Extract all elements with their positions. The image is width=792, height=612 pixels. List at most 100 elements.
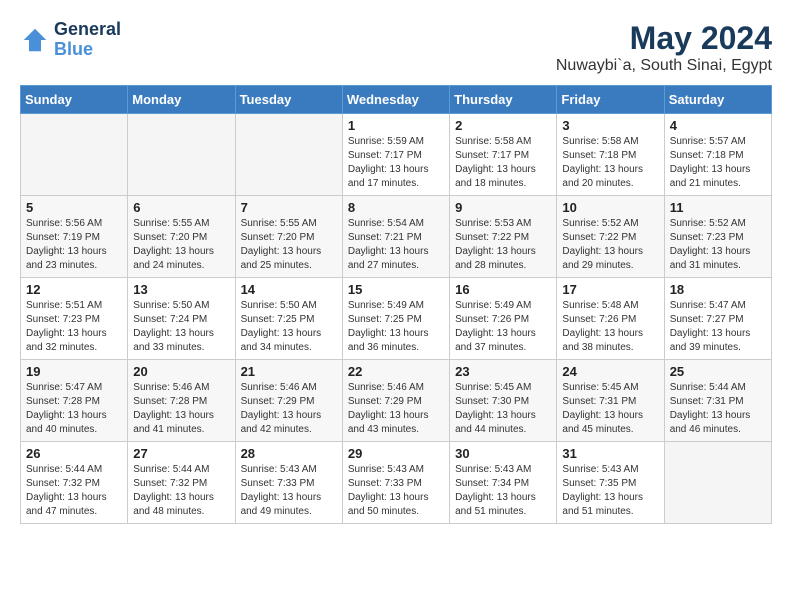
day-number: 4 <box>670 118 766 133</box>
day-number: 11 <box>670 200 766 215</box>
calendar-week-row: 12Sunrise: 5:51 AMSunset: 7:23 PMDayligh… <box>21 278 772 360</box>
calendar-cell: 11 Sunrise: 5:52 AMSunset: 7:23 PMDayligh… <box>664 196 771 278</box>
calendar-cell: 19 Sunrise: 5:47 AMSunset: 7:28 PMDayligh… <box>21 360 128 442</box>
day-number: 9 <box>455 200 551 215</box>
day-number: 3 <box>562 118 658 133</box>
calendar-cell: 23 Sunrise: 5:45 AMSunset: 7:30 PMDayligh… <box>450 360 557 442</box>
calendar-table: SundayMondayTuesdayWednesdayThursdayFrid… <box>20 85 772 524</box>
calendar-cell: 8 Sunrise: 5:54 AMSunset: 7:21 PMDaylight… <box>342 196 449 278</box>
day-info: Sunrise: 5:44 AMSunset: 7:32 PMDaylight:… <box>133 463 229 519</box>
calendar-week-row: 1 Sunrise: 5:59 AMSunset: 7:17 PMDaylight… <box>21 114 772 196</box>
day-info: Sunrise: 5:55 AMSunset: 7:20 PMDaylight:… <box>133 217 229 273</box>
calendar-cell: 6 Sunrise: 5:55 AMSunset: 7:20 PMDaylight… <box>128 196 235 278</box>
day-number: 24 <box>562 364 658 379</box>
day-number: 28 <box>241 446 337 461</box>
calendar-cell: 15 Sunrise: 5:49 AMSunset: 7:25 PMDayligh… <box>342 278 449 360</box>
calendar-body: 1 Sunrise: 5:59 AMSunset: 7:17 PMDaylight… <box>21 114 772 524</box>
day-info: Sunrise: 5:46 AMSunset: 7:29 PMDaylight:… <box>241 381 337 437</box>
day-number: 10 <box>562 200 658 215</box>
day-number: 8 <box>348 200 444 215</box>
title-block: May 2024 Nuwaybi`a, South Sinai, Egypt <box>556 20 772 75</box>
calendar-cell: 27 Sunrise: 5:44 AMSunset: 7:32 PMDayligh… <box>128 442 235 524</box>
day-number: 1 <box>348 118 444 133</box>
day-info: Sunrise: 5:58 AMSunset: 7:18 PMDaylight:… <box>562 135 658 191</box>
day-number: 20 <box>133 364 229 379</box>
day-number: 6 <box>133 200 229 215</box>
calendar-week-row: 5 Sunrise: 5:56 AMSunset: 7:19 PMDaylight… <box>21 196 772 278</box>
day-info: Sunrise: 5:43 AMSunset: 7:33 PMDaylight:… <box>348 463 444 519</box>
day-number: 5 <box>26 200 122 215</box>
calendar-cell: 30 Sunrise: 5:43 AMSunset: 7:34 PMDayligh… <box>450 442 557 524</box>
calendar-cell <box>664 442 771 524</box>
day-info: Sunrise: 5:44 AMSunset: 7:32 PMDaylight:… <box>26 463 122 519</box>
day-number: 15 <box>348 282 444 297</box>
calendar-cell: 26Sunrise: 5:44 AMSunset: 7:32 PMDayligh… <box>21 442 128 524</box>
calendar-cell: 2 Sunrise: 5:58 AMSunset: 7:17 PMDaylight… <box>450 114 557 196</box>
calendar-cell: 12Sunrise: 5:51 AMSunset: 7:23 PMDayligh… <box>21 278 128 360</box>
page-header: General Blue May 2024 Nuwaybi`a, South S… <box>20 20 772 75</box>
day-info: Sunrise: 5:45 AMSunset: 7:31 PMDaylight:… <box>562 381 658 437</box>
day-number: 16 <box>455 282 551 297</box>
day-number: 31 <box>562 446 658 461</box>
location-title: Nuwaybi`a, South Sinai, Egypt <box>556 57 772 75</box>
day-info: Sunrise: 5:58 AMSunset: 7:17 PMDaylight:… <box>455 135 551 191</box>
day-number: 25 <box>670 364 766 379</box>
day-number: 23 <box>455 364 551 379</box>
day-info: Sunrise: 5:49 AMSunset: 7:25 PMDaylight:… <box>348 299 444 355</box>
day-info: Sunrise: 5:56 AMSunset: 7:19 PMDaylight:… <box>26 217 122 273</box>
calendar-cell: 17Sunrise: 5:48 AMSunset: 7:26 PMDayligh… <box>557 278 664 360</box>
day-info: Sunrise: 5:53 AMSunset: 7:22 PMDaylight:… <box>455 217 551 273</box>
day-number: 7 <box>241 200 337 215</box>
weekday-header-tuesday: Tuesday <box>235 86 342 114</box>
day-info: Sunrise: 5:57 AMSunset: 7:18 PMDaylight:… <box>670 135 766 191</box>
calendar-cell: 22Sunrise: 5:46 AMSunset: 7:29 PMDayligh… <box>342 360 449 442</box>
day-info: Sunrise: 5:44 AMSunset: 7:31 PMDaylight:… <box>670 381 766 437</box>
day-info: Sunrise: 5:49 AMSunset: 7:26 PMDaylight:… <box>455 299 551 355</box>
logo: General Blue <box>20 20 121 60</box>
day-number: 21 <box>241 364 337 379</box>
day-info: Sunrise: 5:59 AMSunset: 7:17 PMDaylight:… <box>348 135 444 191</box>
calendar-cell: 29 Sunrise: 5:43 AMSunset: 7:33 PMDayligh… <box>342 442 449 524</box>
calendar-header-row: SundayMondayTuesdayWednesdayThursdayFrid… <box>21 86 772 114</box>
calendar-cell: 7 Sunrise: 5:55 AMSunset: 7:20 PMDaylight… <box>235 196 342 278</box>
calendar-cell: 5 Sunrise: 5:56 AMSunset: 7:19 PMDaylight… <box>21 196 128 278</box>
weekday-header-monday: Monday <box>128 86 235 114</box>
day-number: 29 <box>348 446 444 461</box>
day-info: Sunrise: 5:43 AMSunset: 7:34 PMDaylight:… <box>455 463 551 519</box>
calendar-week-row: 19 Sunrise: 5:47 AMSunset: 7:28 PMDayligh… <box>21 360 772 442</box>
day-info: Sunrise: 5:52 AMSunset: 7:23 PMDaylight:… <box>670 217 766 273</box>
calendar-cell: 4 Sunrise: 5:57 AMSunset: 7:18 PMDaylight… <box>664 114 771 196</box>
day-number: 18 <box>670 282 766 297</box>
day-info: Sunrise: 5:47 AMSunset: 7:27 PMDaylight:… <box>670 299 766 355</box>
day-info: Sunrise: 5:45 AMSunset: 7:30 PMDaylight:… <box>455 381 551 437</box>
calendar-cell: 9 Sunrise: 5:53 AMSunset: 7:22 PMDaylight… <box>450 196 557 278</box>
weekday-header-friday: Friday <box>557 86 664 114</box>
calendar-cell: 14Sunrise: 5:50 AMSunset: 7:25 PMDayligh… <box>235 278 342 360</box>
weekday-header-saturday: Saturday <box>664 86 771 114</box>
day-number: 19 <box>26 364 122 379</box>
calendar-cell: 18 Sunrise: 5:47 AMSunset: 7:27 PMDayligh… <box>664 278 771 360</box>
calendar-cell: 28 Sunrise: 5:43 AMSunset: 7:33 PMDayligh… <box>235 442 342 524</box>
calendar-cell: 21 Sunrise: 5:46 AMSunset: 7:29 PMDayligh… <box>235 360 342 442</box>
logo-icon <box>20 25 50 55</box>
day-info: Sunrise: 5:46 AMSunset: 7:28 PMDaylight:… <box>133 381 229 437</box>
month-title: May 2024 <box>556 20 772 57</box>
calendar-cell: 16 Sunrise: 5:49 AMSunset: 7:26 PMDayligh… <box>450 278 557 360</box>
day-info: Sunrise: 5:47 AMSunset: 7:28 PMDaylight:… <box>26 381 122 437</box>
day-info: Sunrise: 5:55 AMSunset: 7:20 PMDaylight:… <box>241 217 337 273</box>
day-info: Sunrise: 5:43 AMSunset: 7:33 PMDaylight:… <box>241 463 337 519</box>
calendar-cell: 3 Sunrise: 5:58 AMSunset: 7:18 PMDaylight… <box>557 114 664 196</box>
day-info: Sunrise: 5:54 AMSunset: 7:21 PMDaylight:… <box>348 217 444 273</box>
day-number: 30 <box>455 446 551 461</box>
calendar-cell: 1 Sunrise: 5:59 AMSunset: 7:17 PMDaylight… <box>342 114 449 196</box>
calendar-cell <box>235 114 342 196</box>
day-number: 2 <box>455 118 551 133</box>
calendar-cell: 10Sunrise: 5:52 AMSunset: 7:22 PMDayligh… <box>557 196 664 278</box>
calendar-cell: 24 Sunrise: 5:45 AMSunset: 7:31 PMDayligh… <box>557 360 664 442</box>
day-number: 14 <box>241 282 337 297</box>
weekday-header-thursday: Thursday <box>450 86 557 114</box>
calendar-week-row: 26Sunrise: 5:44 AMSunset: 7:32 PMDayligh… <box>21 442 772 524</box>
day-number: 17 <box>562 282 658 297</box>
day-number: 27 <box>133 446 229 461</box>
calendar-cell: 13Sunrise: 5:50 AMSunset: 7:24 PMDayligh… <box>128 278 235 360</box>
